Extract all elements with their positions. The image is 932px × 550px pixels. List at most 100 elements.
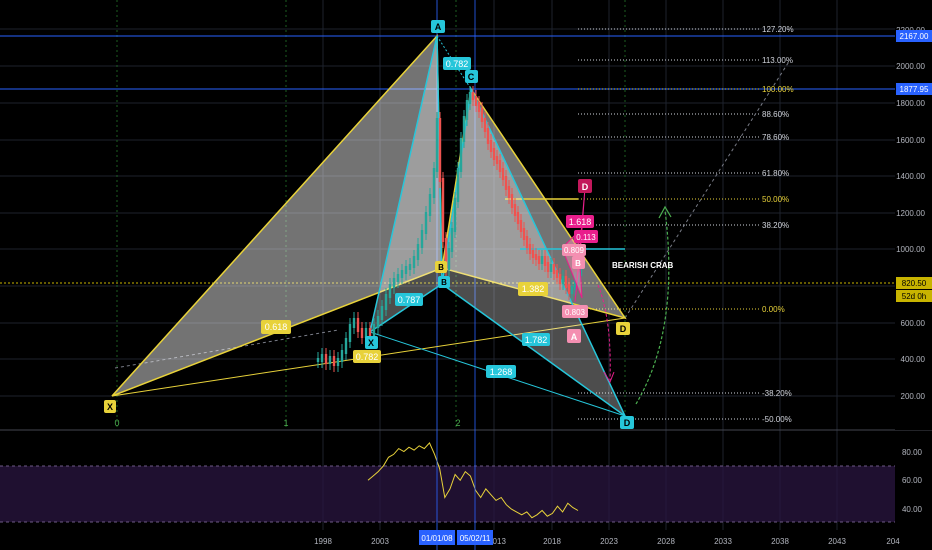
candle-body	[336, 358, 340, 366]
cycle-label-1: 1	[283, 418, 288, 428]
candle-body	[543, 256, 547, 266]
candle-body	[372, 324, 376, 336]
point-label-b-cyan-text: B	[441, 278, 447, 287]
fib-label: -38.20%	[762, 389, 792, 398]
candle-body	[510, 194, 514, 208]
fib-label: 78.60%	[762, 133, 789, 142]
point-label-d-cyan-text: D	[624, 418, 631, 428]
candle-body	[540, 256, 544, 264]
candle-body	[477, 102, 481, 112]
candle-body	[320, 354, 324, 362]
point-label-x-cyan-text: X	[368, 338, 374, 348]
candle-body	[537, 256, 541, 264]
bearish-crab-annotation[interactable]: BEARISH CRAB	[612, 261, 674, 270]
candle-body	[546, 262, 550, 272]
fib-label: 50.00%	[762, 195, 789, 204]
price-tick: 1800.00	[896, 99, 925, 108]
cycle-label-2: 2	[455, 418, 460, 428]
point-label-x-yellow-text: X	[107, 402, 113, 412]
fib-label: 88.60%	[762, 110, 789, 119]
price-tick: 1400.00	[896, 172, 925, 181]
ratio-label-yellow-text: 0.618	[265, 322, 288, 332]
price-axis[interactable]: 2200.00 2000.00 1800.00 1600.00 1400.00 …	[895, 0, 932, 430]
time-tick: 2028	[657, 537, 675, 546]
price-tag-2167-text: 2167.00	[900, 32, 929, 41]
candle-body	[441, 178, 445, 242]
candle-body	[552, 264, 556, 274]
candle-body	[462, 116, 466, 142]
candle-body	[450, 228, 454, 252]
candle-body	[352, 318, 356, 328]
candle-body	[519, 220, 523, 232]
fib-label: 0.00%	[762, 305, 785, 314]
price-tick: 2000.00	[896, 62, 925, 71]
candle-body	[408, 264, 412, 270]
candle-body	[498, 160, 502, 172]
price-tag-1877-text: 1877.95	[900, 85, 929, 94]
candle-body	[380, 306, 384, 320]
point-label-d-yellow-text: D	[620, 324, 627, 334]
candle-body	[468, 92, 472, 104]
candle-body	[567, 284, 571, 294]
candle-body	[356, 318, 360, 332]
price-tick: 400.00	[901, 355, 926, 364]
point-label-a-cyan-text: A	[435, 22, 442, 32]
oscillator-tick: 40.00	[902, 505, 923, 514]
candle-body	[516, 212, 520, 224]
candle-body	[348, 324, 352, 342]
candle-body	[495, 156, 499, 164]
ratio-label-magenta-text: 1.618	[569, 217, 592, 227]
candle-body	[483, 118, 487, 132]
point-label-c-cyan-text: C	[468, 72, 475, 82]
candle-body	[486, 128, 490, 144]
cycle-label-0: 0	[114, 418, 119, 428]
price-tick: 1200.00	[896, 209, 925, 218]
candle-body	[376, 316, 380, 328]
candle-body	[428, 194, 432, 216]
chart-root[interactable]: 0 1 2 127.20% 113.00% 100.00% 88.60% 78.…	[0, 0, 932, 550]
ratio-label-magenta-text: 0.803	[565, 308, 586, 317]
candle-body	[396, 274, 400, 282]
candle-body	[522, 228, 526, 240]
candle-body	[400, 270, 404, 278]
ratio-label-yellow-text: 1.382	[522, 284, 545, 294]
ratio-label-cyan-low-text: 0.782	[356, 352, 379, 362]
fib-label: 61.80%	[762, 169, 789, 178]
candle-body	[504, 176, 508, 190]
ratio-label-cyan-text: 0.782	[446, 59, 469, 69]
candle-body	[558, 274, 562, 284]
ratio-label-magenta-text: 0.113	[576, 233, 596, 242]
candle-body	[465, 100, 469, 120]
price-tick: 200.00	[901, 392, 926, 401]
fib-label: 127.20%	[762, 25, 794, 34]
point-label-b-magenta-text: B	[575, 259, 581, 268]
time-tick: 2023	[600, 537, 618, 546]
ratio-label-cyan-text: 1.268	[490, 367, 513, 377]
candle-body	[474, 96, 478, 106]
fib-label: 113.00%	[762, 56, 793, 65]
candle-body	[360, 328, 364, 338]
time-tick: 2033	[714, 537, 732, 546]
time-tag-2011-text: 05/02/11	[460, 534, 491, 543]
ratio-label-magenta-text: 0.809	[564, 246, 585, 255]
time-tick: 2003	[371, 537, 389, 546]
candle-body	[328, 356, 332, 364]
time-tick: 204	[886, 537, 900, 546]
candle-body	[447, 248, 451, 270]
candle-body	[432, 168, 436, 198]
candle-body	[570, 286, 574, 294]
time-tick: 1998	[314, 537, 332, 546]
candle-body	[525, 236, 529, 248]
candle-body	[507, 186, 511, 198]
candle-body	[534, 254, 538, 260]
oscillator-tick: 60.00	[902, 476, 923, 485]
candle-body	[501, 168, 505, 180]
ratio-label-cyan-text: 1.782	[525, 335, 548, 345]
candle-body	[555, 270, 559, 278]
price-tick: 600.00	[901, 319, 926, 328]
oscillator-tick: 80.00	[902, 448, 923, 457]
candle-body	[316, 358, 320, 362]
fib-label: 100.00%	[762, 85, 794, 94]
time-tag-2008-text: 01/01/08	[421, 534, 453, 543]
candle-body	[435, 118, 439, 172]
